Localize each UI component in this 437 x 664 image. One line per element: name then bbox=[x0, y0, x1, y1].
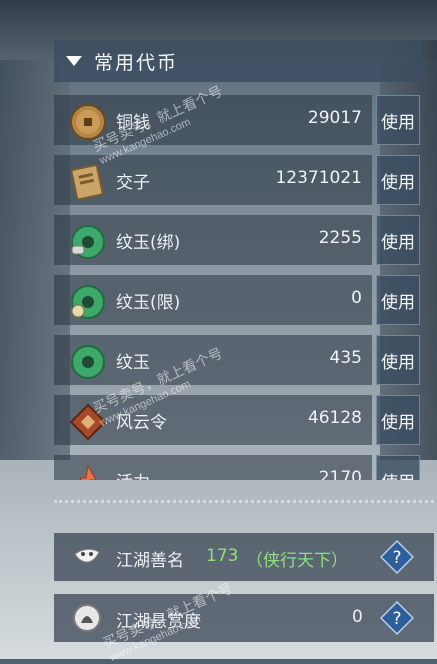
currency-row: 纹玉(限) 0 使用 bbox=[54, 270, 422, 330]
svg-text:?: ? bbox=[392, 548, 401, 568]
fengyun-token-icon bbox=[69, 403, 107, 441]
use-button[interactable]: 使用 bbox=[376, 395, 420, 445]
currency-amount: 12371021 bbox=[275, 168, 362, 188]
section-header-common-currency[interactable]: 常用代币 bbox=[54, 40, 422, 82]
use-button[interactable]: 使用 bbox=[376, 335, 420, 385]
dotted-divider bbox=[54, 500, 434, 503]
good-name-rank: （侠行天下） bbox=[246, 551, 348, 571]
currency-amount: 435 bbox=[329, 348, 362, 368]
currency-row: 铜钱 29017 使用 bbox=[54, 90, 422, 150]
collapse-triangle-icon[interactable] bbox=[66, 56, 82, 66]
currency-amount: 2255 bbox=[318, 228, 362, 248]
currency-name: 活力 bbox=[116, 468, 150, 480]
currency-name: 交子 bbox=[116, 173, 150, 193]
currency-row: 活力 2170 使用 bbox=[54, 450, 422, 480]
jade-bound-icon bbox=[71, 225, 105, 259]
bounty-emblem-icon bbox=[73, 604, 101, 632]
reputation-row-good-name: 江湖善名 173 （侠行天下） ? bbox=[54, 533, 434, 581]
help-question-icon[interactable]: ? bbox=[380, 601, 414, 635]
currency-amount: 2170 bbox=[318, 468, 362, 480]
use-button[interactable]: 使用 bbox=[376, 155, 420, 205]
currency-amount: 46128 bbox=[307, 408, 362, 428]
jade-icon bbox=[71, 345, 105, 379]
svg-text:?: ? bbox=[392, 609, 401, 629]
jiaozi-note-icon bbox=[70, 164, 104, 201]
bounty-value: 0 bbox=[352, 607, 363, 627]
currency-name: 纹玉 bbox=[116, 353, 150, 373]
jade-limited-icon bbox=[71, 285, 105, 319]
vitality-icon bbox=[79, 464, 97, 480]
currency-name: 铜钱 bbox=[116, 113, 150, 133]
currency-name: 纹玉(绑) bbox=[116, 233, 181, 253]
use-button[interactable]: 使用 bbox=[376, 215, 420, 265]
mask-icon bbox=[74, 548, 100, 563]
currency-row: 纹玉(绑) 2255 使用 bbox=[54, 210, 422, 270]
bounty-label: 江湖悬赏度 bbox=[116, 612, 201, 632]
section-title: 常用代币 bbox=[94, 51, 179, 74]
copper-coin-icon bbox=[70, 104, 106, 140]
use-button[interactable]: 使用 bbox=[376, 275, 420, 325]
currency-row: 交子 12371021 使用 bbox=[54, 150, 422, 210]
reputation-row-bounty: 江湖悬赏度 0 ? bbox=[54, 594, 434, 642]
currency-name: 纹玉(限) bbox=[116, 293, 181, 313]
good-name-value: 173 bbox=[206, 546, 239, 566]
currency-row: 纹玉 435 使用 bbox=[54, 330, 422, 390]
use-button[interactable]: 使用 bbox=[376, 95, 420, 145]
currency-row: 风云令 46128 使用 bbox=[54, 390, 422, 450]
currency-list[interactable]: 铜钱 29017 使用 交子 12371021 使用 纹玉(绑) 2255 使用 bbox=[54, 90, 422, 480]
use-button[interactable]: 使用 bbox=[376, 455, 420, 480]
currency-amount: 0 bbox=[351, 288, 362, 308]
help-question-icon[interactable]: ? bbox=[380, 540, 414, 574]
currency-amount: 29017 bbox=[307, 108, 362, 128]
currency-name: 风云令 bbox=[116, 413, 167, 433]
good-name-label: 江湖善名 bbox=[116, 551, 184, 571]
